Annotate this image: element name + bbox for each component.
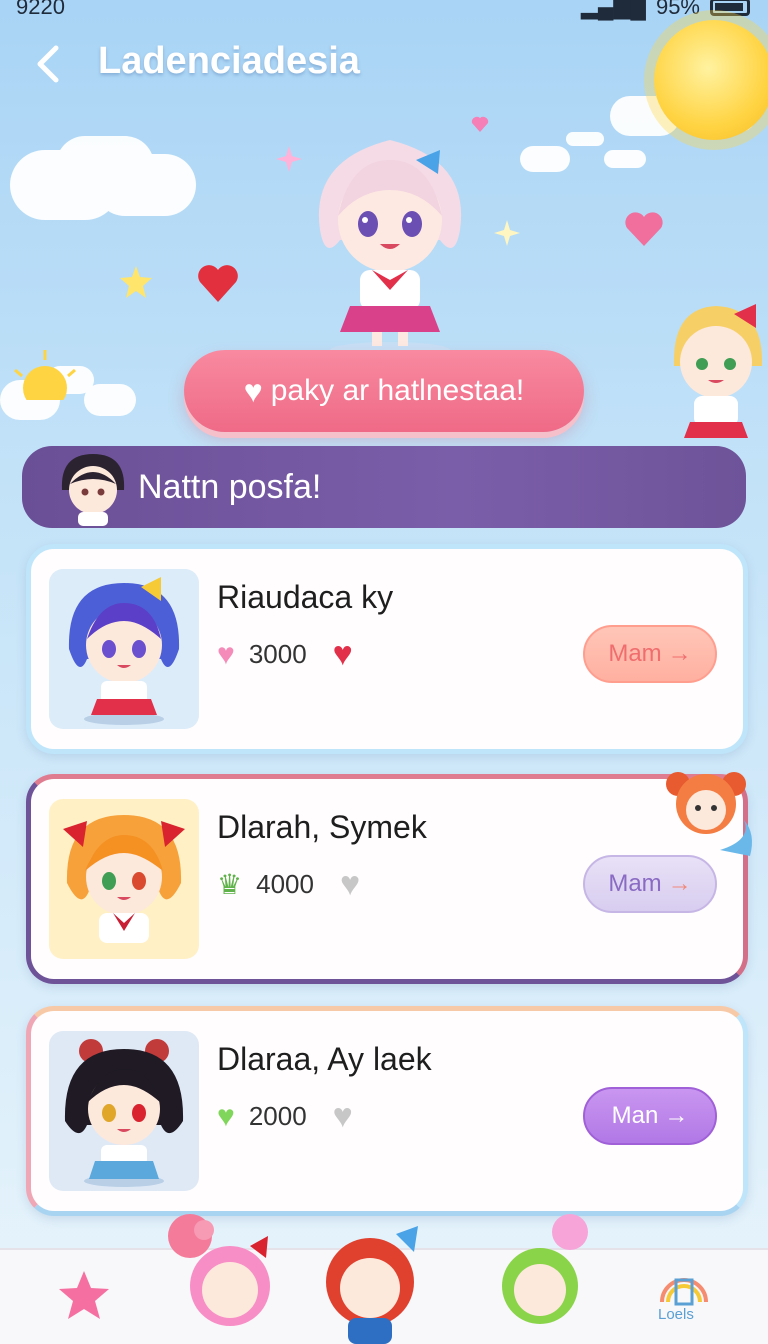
avatar: [61, 454, 125, 526]
hero-character-illustration: [318, 140, 462, 358]
character-stats: ♥ 3000 ♥: [217, 635, 353, 674]
arrow-right-icon: →: [667, 870, 692, 897]
view-character-button[interactable]: Man →: [583, 1087, 717, 1145]
sun-icon: [654, 20, 768, 140]
arrow-right-icon: →: [664, 1102, 689, 1129]
favorites-star-icon[interactable]: [56, 1268, 112, 1324]
character-card[interactable]: Riaudaca ky ♥ 3000 ♥ Mam →: [26, 544, 748, 754]
arrow-right-icon: →: [667, 640, 692, 667]
character-name: Dlarah, Symek: [217, 809, 427, 845]
heart-icon: [625, 212, 663, 246]
character-score: 4000: [256, 869, 314, 899]
character-avatar: [49, 569, 199, 729]
signal-icon: ▂▄▆█: [580, 0, 646, 19]
green-heart-icon: ♥: [217, 1099, 235, 1133]
grey-heart-icon: ♥: [339, 865, 361, 903]
character-card[interactable]: Dlarah, Symek ♛ 4000 ♥ Mam →: [26, 774, 748, 984]
battery-level: 95%: [655, 0, 700, 19]
back-button[interactable]: [30, 40, 70, 88]
character-stats: ♛ 4000 ♥: [217, 865, 360, 904]
character-name: Dlaraa, Ay laek: [217, 1041, 432, 1077]
character-avatar: [49, 799, 199, 959]
star-icon: [120, 266, 152, 298]
page-title: Ladenciadesia: [98, 40, 360, 82]
character-score: 3000: [248, 639, 307, 669]
button-label: Man: [611, 1102, 659, 1129]
red-heart-icon: ♥: [332, 635, 353, 673]
status-time: 9220: [16, 0, 65, 19]
heart-icon: [198, 265, 238, 302]
cloud-decoration: [10, 150, 120, 220]
character-avatar: [49, 1031, 199, 1191]
pink-heart-icon: ♥: [217, 637, 235, 671]
side-character-illustration: [673, 304, 763, 438]
view-character-button[interactable]: Mam →: [583, 625, 717, 683]
sun-icon: [14, 350, 76, 400]
mascot-illustration: [666, 772, 752, 856]
section-banner: Nattn posfa!: [22, 446, 746, 528]
character-stats: ♥ 2000 ♥: [217, 1097, 353, 1136]
grey-heart-icon: ♥: [332, 1097, 353, 1135]
cloud-decoration: [520, 146, 570, 172]
button-label: Mam: [608, 870, 662, 897]
heart-icon: ♥: [243, 372, 263, 409]
section-title: Nattn posfa!: [138, 468, 322, 506]
crown-icon: ♛: [217, 869, 243, 900]
character-score: 2000: [248, 1101, 307, 1131]
button-label: Mam: [608, 640, 662, 667]
nav-item-tools[interactable]: Loels: [654, 1262, 714, 1332]
cta-button[interactable]: ♥ paky ar hatlnestaa!: [184, 350, 584, 432]
nav-item-label: Loels: [658, 1306, 694, 1323]
character-card[interactable]: Dlaraa, Ay laek ♥ 2000 ♥ Man →: [26, 1006, 748, 1216]
characters-group-illustration: [168, 1214, 588, 1344]
rainbow-tower-icon: [660, 1278, 708, 1306]
status-bar: 9220 ▂▄▆█ 95%: [0, 0, 768, 20]
cta-label: paky ar hatlnestaa!: [270, 374, 525, 407]
battery-icon: [710, 0, 750, 16]
character-name: Riaudaca ky: [217, 579, 394, 615]
